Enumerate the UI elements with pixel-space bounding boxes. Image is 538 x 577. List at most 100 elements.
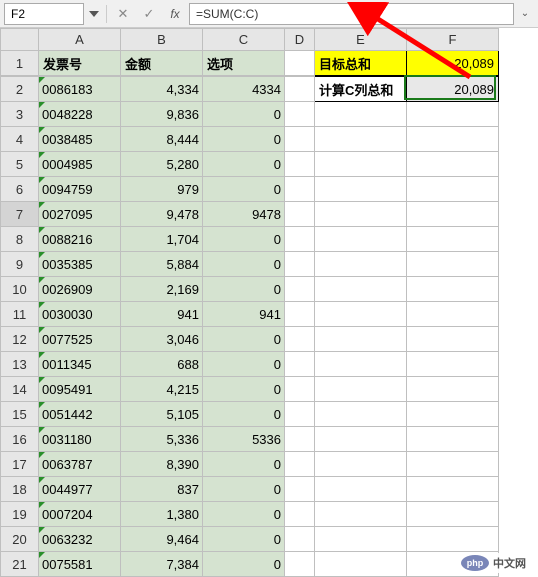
name-box[interactable]: F2	[4, 3, 84, 25]
cell[interactable]	[315, 527, 407, 552]
row-header[interactable]: 6	[1, 177, 39, 202]
cell[interactable]	[407, 452, 499, 477]
table-cell[interactable]: 0	[203, 327, 285, 352]
header-cell[interactable]: 选项	[203, 51, 285, 76]
confirm-icon[interactable]: ✓	[137, 3, 161, 25]
table-cell[interactable]: 0063787	[39, 452, 121, 477]
table-cell[interactable]: 0	[203, 127, 285, 152]
table-cell[interactable]: 0086183	[39, 77, 121, 102]
cancel-icon[interactable]: ✕	[111, 3, 135, 25]
header-cell[interactable]: 金额	[121, 51, 203, 76]
name-box-dropdown[interactable]	[86, 11, 102, 17]
table-cell[interactable]: 0094759	[39, 177, 121, 202]
table-cell[interactable]: 0	[203, 352, 285, 377]
cell[interactable]	[285, 227, 315, 252]
table-cell[interactable]: 0088216	[39, 227, 121, 252]
cell[interactable]	[285, 352, 315, 377]
table-cell[interactable]: 0035385	[39, 252, 121, 277]
table-cell[interactable]: 837	[121, 477, 203, 502]
cell[interactable]	[285, 552, 315, 577]
calc-sum-value[interactable]: 20,089	[407, 77, 499, 102]
cell[interactable]	[407, 527, 499, 552]
table-cell[interactable]: 0	[203, 552, 285, 577]
table-cell[interactable]: 8,444	[121, 127, 203, 152]
table-cell[interactable]: 4334	[203, 77, 285, 102]
cell[interactable]	[315, 427, 407, 452]
table-cell[interactable]: 0011345	[39, 352, 121, 377]
cell[interactable]	[315, 477, 407, 502]
table-cell[interactable]: 4,334	[121, 77, 203, 102]
calc-sum-label[interactable]: 计算C列总和	[315, 77, 407, 102]
table-cell[interactable]: 0	[203, 527, 285, 552]
cell[interactable]	[315, 152, 407, 177]
table-cell[interactable]: 0	[203, 102, 285, 127]
table-cell[interactable]: 0	[203, 252, 285, 277]
cell[interactable]	[315, 302, 407, 327]
cell[interactable]	[315, 252, 407, 277]
cell[interactable]	[315, 102, 407, 127]
cell[interactable]	[285, 102, 315, 127]
cell[interactable]	[285, 177, 315, 202]
table-cell[interactable]: 941	[121, 302, 203, 327]
cell[interactable]	[315, 552, 407, 577]
cell[interactable]	[285, 202, 315, 227]
cell[interactable]	[285, 527, 315, 552]
cell[interactable]	[407, 277, 499, 302]
cell[interactable]	[407, 477, 499, 502]
table-cell[interactable]: 0063232	[39, 527, 121, 552]
table-cell[interactable]: 9478	[203, 202, 285, 227]
table-cell[interactable]: 5,105	[121, 402, 203, 427]
cell[interactable]	[315, 327, 407, 352]
cell[interactable]	[407, 202, 499, 227]
cell[interactable]	[407, 252, 499, 277]
table-cell[interactable]: 0077525	[39, 327, 121, 352]
cell[interactable]	[285, 277, 315, 302]
cell[interactable]	[407, 377, 499, 402]
cell[interactable]	[285, 127, 315, 152]
cell[interactable]	[315, 127, 407, 152]
row-header[interactable]: 18	[1, 477, 39, 502]
cell[interactable]	[315, 277, 407, 302]
expand-formula-icon[interactable]: ⌄	[516, 8, 534, 19]
col-header-c[interactable]: C	[203, 29, 285, 51]
cell[interactable]	[315, 227, 407, 252]
cell[interactable]	[407, 102, 499, 127]
table-cell[interactable]: 0038485	[39, 127, 121, 152]
table-cell[interactable]: 4,215	[121, 377, 203, 402]
cell[interactable]	[315, 377, 407, 402]
table-cell[interactable]: 5,280	[121, 152, 203, 177]
cell[interactable]	[407, 302, 499, 327]
cell[interactable]	[315, 452, 407, 477]
cell[interactable]	[285, 402, 315, 427]
table-cell[interactable]: 941	[203, 302, 285, 327]
col-header-e[interactable]: E	[315, 29, 407, 51]
col-header-b[interactable]: B	[121, 29, 203, 51]
cell[interactable]	[285, 252, 315, 277]
cell[interactable]	[407, 427, 499, 452]
cell[interactable]	[407, 502, 499, 527]
row-header[interactable]: 5	[1, 152, 39, 177]
table-cell[interactable]: 7,384	[121, 552, 203, 577]
cell[interactable]	[407, 177, 499, 202]
table-cell[interactable]: 0075581	[39, 552, 121, 577]
fx-icon[interactable]: fx	[163, 3, 187, 25]
cell[interactable]	[315, 502, 407, 527]
col-header-a[interactable]: A	[39, 29, 121, 51]
row-header[interactable]: 9	[1, 252, 39, 277]
row-header[interactable]: 11	[1, 302, 39, 327]
cell[interactable]	[285, 51, 315, 76]
table-cell[interactable]: 0	[203, 277, 285, 302]
row-header[interactable]: 4	[1, 127, 39, 152]
col-header-f[interactable]: F	[407, 29, 499, 51]
table-cell[interactable]: 1,380	[121, 502, 203, 527]
table-cell[interactable]: 0004985	[39, 152, 121, 177]
table-cell[interactable]: 0048228	[39, 102, 121, 127]
table-cell[interactable]: 0	[203, 402, 285, 427]
cell[interactable]	[407, 127, 499, 152]
row-header[interactable]: 2	[1, 77, 39, 102]
target-sum-value[interactable]: 20,089	[407, 51, 499, 76]
row-header[interactable]: 7	[1, 202, 39, 227]
cell[interactable]	[285, 452, 315, 477]
table-cell[interactable]: 0	[203, 502, 285, 527]
cell[interactable]	[315, 202, 407, 227]
